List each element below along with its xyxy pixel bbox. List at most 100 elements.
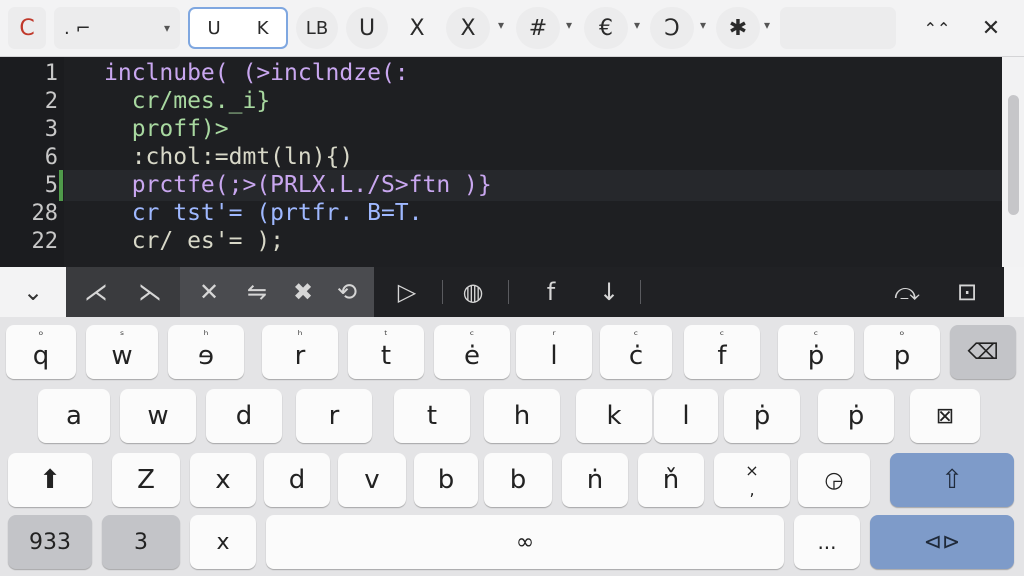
shift-icon: ⇧: [941, 465, 963, 495]
punctuation-key[interactable]: × ,: [714, 453, 790, 507]
key[interactable]: h: [484, 389, 560, 443]
key[interactable]: ᵗt: [348, 325, 424, 379]
key[interactable]: ˢw: [86, 325, 158, 379]
key[interactable]: ṗ: [818, 389, 894, 443]
collapse-toolbar-button[interactable]: ⌃⌃: [914, 7, 960, 49]
close-button[interactable]: ✕: [968, 7, 1014, 49]
chevron-down-icon[interactable]: ▾: [700, 18, 706, 32]
cut-button[interactable]: ✕: [186, 267, 232, 317]
scrollbar-thumb[interactable]: [1008, 95, 1019, 215]
key[interactable]: ʳl: [516, 325, 592, 379]
delete-key[interactable]: ⊠: [910, 389, 980, 443]
clear-format-button[interactable]: X: [446, 7, 490, 49]
chevron-down-icon: ⌄: [22, 278, 44, 306]
key[interactable]: ʰɘ: [168, 325, 244, 379]
selected-format-button[interactable]: U K: [188, 7, 288, 49]
collapse-keyboard-button[interactable]: ⌄: [10, 267, 56, 317]
down-arrow-button[interactable]: ↓: [586, 267, 632, 317]
chevron-down-icon[interactable]: ▾: [764, 18, 770, 32]
underline-button[interactable]: U: [346, 7, 388, 49]
code-line: cr/mes._i}: [104, 88, 271, 114]
chevron-down-icon[interactable]: ▾: [566, 18, 572, 32]
swap-button[interactable]: ⇋: [234, 267, 280, 317]
key[interactable]: v: [338, 453, 406, 507]
strike-button[interactable]: X: [396, 7, 438, 49]
return-key[interactable]: ⊲⊳: [870, 515, 1014, 569]
euro-button[interactable]: €: [584, 7, 628, 49]
key-hint: ᶜ: [633, 328, 639, 342]
key[interactable]: w: [120, 389, 196, 443]
function-button[interactable]: f: [528, 267, 574, 317]
lb-button[interactable]: LB: [296, 7, 338, 49]
backspace-key[interactable]: ⌫: [950, 325, 1016, 379]
numbers-key[interactable]: 933: [8, 515, 92, 569]
key[interactable]: ᵒp: [864, 325, 940, 379]
symbols-key[interactable]: 3: [102, 515, 180, 569]
key[interactable]: x: [190, 453, 256, 507]
key[interactable]: ᶜċ: [600, 325, 672, 379]
key-label: a: [66, 401, 82, 431]
key-hint: ᶜ: [469, 328, 475, 342]
asterisk-button[interactable]: ✱: [716, 7, 760, 49]
emoji-icon: ◶: [824, 467, 844, 493]
play-icon: ▷: [397, 278, 417, 306]
key[interactable]: ṗ: [724, 389, 800, 443]
key[interactable]: Z: [112, 453, 180, 507]
key[interactable]: ň: [638, 453, 704, 507]
selected-label-b: K: [256, 17, 269, 39]
box-button[interactable]: ⊡: [944, 267, 990, 317]
key[interactable]: d: [264, 453, 330, 507]
key[interactable]: l: [654, 389, 718, 443]
key-label: ṅ: [586, 465, 604, 495]
key[interactable]: t: [394, 389, 470, 443]
blank-toolbar-field[interactable]: [780, 7, 896, 49]
space-key[interactable]: ∞: [266, 515, 784, 569]
key-label: d: [235, 401, 253, 431]
scrollbar-track[interactable]: [1002, 57, 1024, 267]
key[interactable]: ᶜf: [684, 325, 760, 379]
key[interactable]: b: [414, 453, 478, 507]
key-label: b: [437, 465, 455, 495]
run-button[interactable]: ▷: [384, 267, 430, 317]
chevron-down-icon: ▾: [163, 21, 170, 35]
select-left-button[interactable]: ⋌: [70, 267, 122, 317]
logo-button[interactable]: C: [8, 7, 46, 49]
key[interactable]: ṅ: [562, 453, 628, 507]
more-key[interactable]: ...: [794, 515, 860, 569]
code-editor[interactable]: 1 2 3 6 5 28 22 inclnube( (>inclndze(: c…: [0, 57, 1024, 267]
key[interactable]: x: [190, 515, 256, 569]
shift-key[interactable]: ⬆: [8, 453, 92, 507]
key[interactable]: r: [296, 389, 372, 443]
hash-button[interactable]: #: [516, 7, 560, 49]
key-label: l: [550, 341, 558, 371]
on-screen-keyboard: ᵒq ˢw ʰɘ ʰr ᵗt ᶜė ʳl ᶜċ ᶜf ᶜṗ ᵒp ⌫ a w d…: [0, 317, 1024, 576]
undo-button[interactable]: ⤼: [884, 267, 930, 317]
style-dropdown[interactable]: . ⌐ ▾: [54, 7, 180, 49]
key-hint: ᵒ: [38, 328, 44, 342]
key[interactable]: d: [206, 389, 282, 443]
key[interactable]: ᶜė: [434, 325, 510, 379]
select-right-button[interactable]: ⋋: [124, 267, 176, 317]
rotate-icon: ⟲: [336, 278, 358, 306]
key[interactable]: ᶜṗ: [778, 325, 854, 379]
delete-button[interactable]: ✖: [280, 267, 326, 317]
key[interactable]: b: [484, 453, 552, 507]
shift-right-key[interactable]: ⇧: [890, 453, 1014, 507]
key-label: w: [111, 341, 133, 371]
globe-button[interactable]: ◍: [450, 267, 496, 317]
key-label: b: [509, 465, 527, 495]
chevron-down-icon[interactable]: ▾: [498, 18, 504, 32]
key[interactable]: k: [576, 389, 652, 443]
shift-icon: ⬆: [39, 465, 61, 495]
rotate-button[interactable]: ⟲: [324, 267, 370, 317]
chevron-down-icon[interactable]: ▾: [634, 18, 640, 32]
line-number: 6: [44, 145, 58, 170]
bracket-button[interactable]: Ͻ: [650, 7, 694, 49]
key[interactable]: ᵒq: [6, 325, 76, 379]
emoji-key[interactable]: ◶: [798, 453, 870, 507]
key-label: ,: [749, 480, 755, 499]
key[interactable]: ʰr: [262, 325, 338, 379]
key-label: x: [215, 465, 231, 495]
key[interactable]: a: [38, 389, 110, 443]
key-hint: ʰ: [203, 328, 209, 342]
